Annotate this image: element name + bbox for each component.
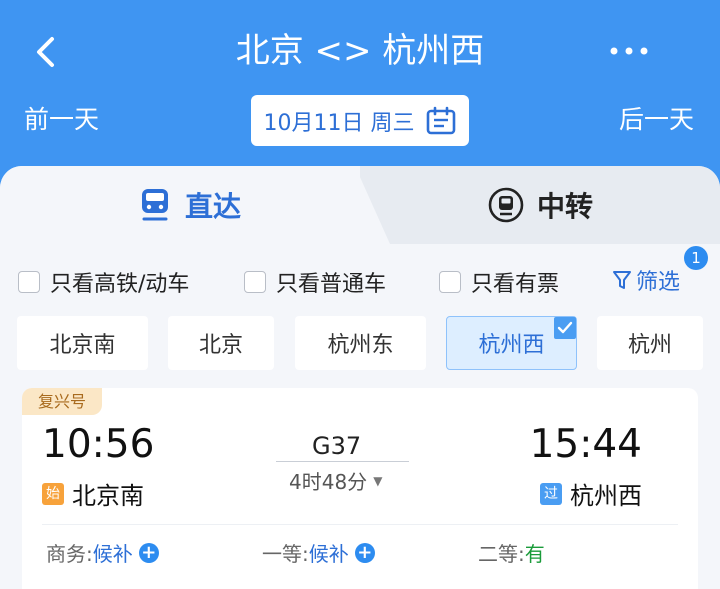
tab-transfer-label: 中转: [536, 190, 593, 223]
station-chip[interactable]: 北京: [168, 316, 274, 370]
results-card: 直达 中转 只看高铁/动车 只看普通车 只看有票 筛选 1 北京南 北京 杭州东…: [0, 166, 720, 589]
tab-direct-label: 直达: [184, 190, 241, 223]
prev-day-button[interactable]: 前一天: [24, 100, 99, 140]
station-chip-label: 杭州西: [478, 333, 545, 358]
funnel-icon: [613, 271, 631, 289]
high-speed-label: 只看高铁/动车: [50, 272, 190, 297]
date-label: 10月11日 周三: [263, 110, 415, 136]
duration-toggle[interactable]: 4时48分 ▼: [289, 466, 382, 495]
arrival-station-name: 杭州西: [570, 482, 642, 510]
transfer-icon: [488, 187, 524, 223]
seat-first-class[interactable]: 一等: 候补 +: [262, 538, 375, 567]
train-number: G37: [312, 432, 362, 460]
station-selector: 北京南 北京 杭州东 杭州西 杭州: [0, 316, 720, 370]
station-chip-selected[interactable]: 杭州西: [446, 316, 577, 370]
filter-row: 只看高铁/动车 只看普通车 只看有票 筛选 1: [0, 246, 720, 298]
calendar-icon: [427, 106, 456, 134]
available-only-checkbox[interactable]: 只看有票: [439, 266, 559, 298]
checkbox-box: [244, 271, 266, 293]
train-type-badge: 复兴号: [22, 388, 102, 415]
filter-count-badge: 1: [684, 246, 708, 270]
checkbox-box: [439, 271, 461, 293]
seat-divider: [42, 524, 678, 525]
tab-transfer[interactable]: 中转: [390, 166, 720, 244]
seat-business[interactable]: 商务: 候补 +: [46, 538, 159, 567]
next-day-button[interactable]: 后一天: [619, 100, 694, 140]
station-chip-label: 北京: [198, 333, 243, 358]
caret-down-icon: ▼: [373, 473, 383, 488]
seat-label: 商务:: [46, 542, 93, 566]
more-options-icon[interactable]: [606, 36, 652, 66]
pass-through-tag: 过: [540, 482, 562, 505]
seat-status: 候补: [308, 542, 349, 566]
departure-station: 始 北京南: [42, 476, 144, 511]
station-chip-label: 杭州: [627, 333, 672, 358]
station-chip[interactable]: 杭州: [597, 316, 703, 370]
duration-label: 4时48分: [289, 470, 368, 494]
date-selector[interactable]: 10月11日 周三: [251, 95, 469, 146]
departure-station-name: 北京南: [72, 482, 144, 510]
duration-divider: [276, 461, 409, 462]
back-arrow-icon[interactable]: [28, 32, 68, 72]
seat-label: 一等:: [262, 542, 309, 566]
station-chip-label: 杭州东: [327, 333, 394, 358]
departure-time: 10:56: [42, 422, 155, 467]
station-chip[interactable]: 北京南: [17, 316, 148, 370]
filter-label: 筛选: [636, 270, 681, 295]
seat-status: 有: [524, 542, 545, 566]
seat-second-class[interactable]: 二等: 有: [478, 538, 545, 567]
seat-status: 候补: [92, 542, 133, 566]
regular-train-checkbox[interactable]: 只看普通车: [244, 266, 386, 298]
plus-circle-icon[interactable]: +: [354, 542, 375, 563]
train-card[interactable]: 复兴号 10:56 G37 4时48分 ▼ 15:44 始 北京南 过 杭州西 …: [22, 388, 698, 589]
checkbox-box: [18, 271, 40, 293]
arrival-station: 过 杭州西: [540, 476, 642, 511]
origin-tag: 始: [42, 482, 64, 505]
train-icon: [141, 189, 168, 221]
seat-label: 二等:: [478, 542, 525, 566]
regular-train-label: 只看普通车: [276, 272, 387, 297]
high-speed-checkbox[interactable]: 只看高铁/动车: [18, 266, 189, 298]
tab-direct[interactable]: 直达: [0, 166, 390, 244]
plus-circle-icon[interactable]: +: [138, 542, 159, 563]
available-only-label: 只看有票: [471, 272, 560, 297]
filter-button[interactable]: 筛选: [612, 264, 680, 296]
arrival-time: 15:44: [529, 422, 642, 467]
check-icon: [554, 317, 576, 339]
station-chip[interactable]: 杭州东: [295, 316, 426, 370]
station-chip-label: 北京南: [49, 333, 116, 358]
